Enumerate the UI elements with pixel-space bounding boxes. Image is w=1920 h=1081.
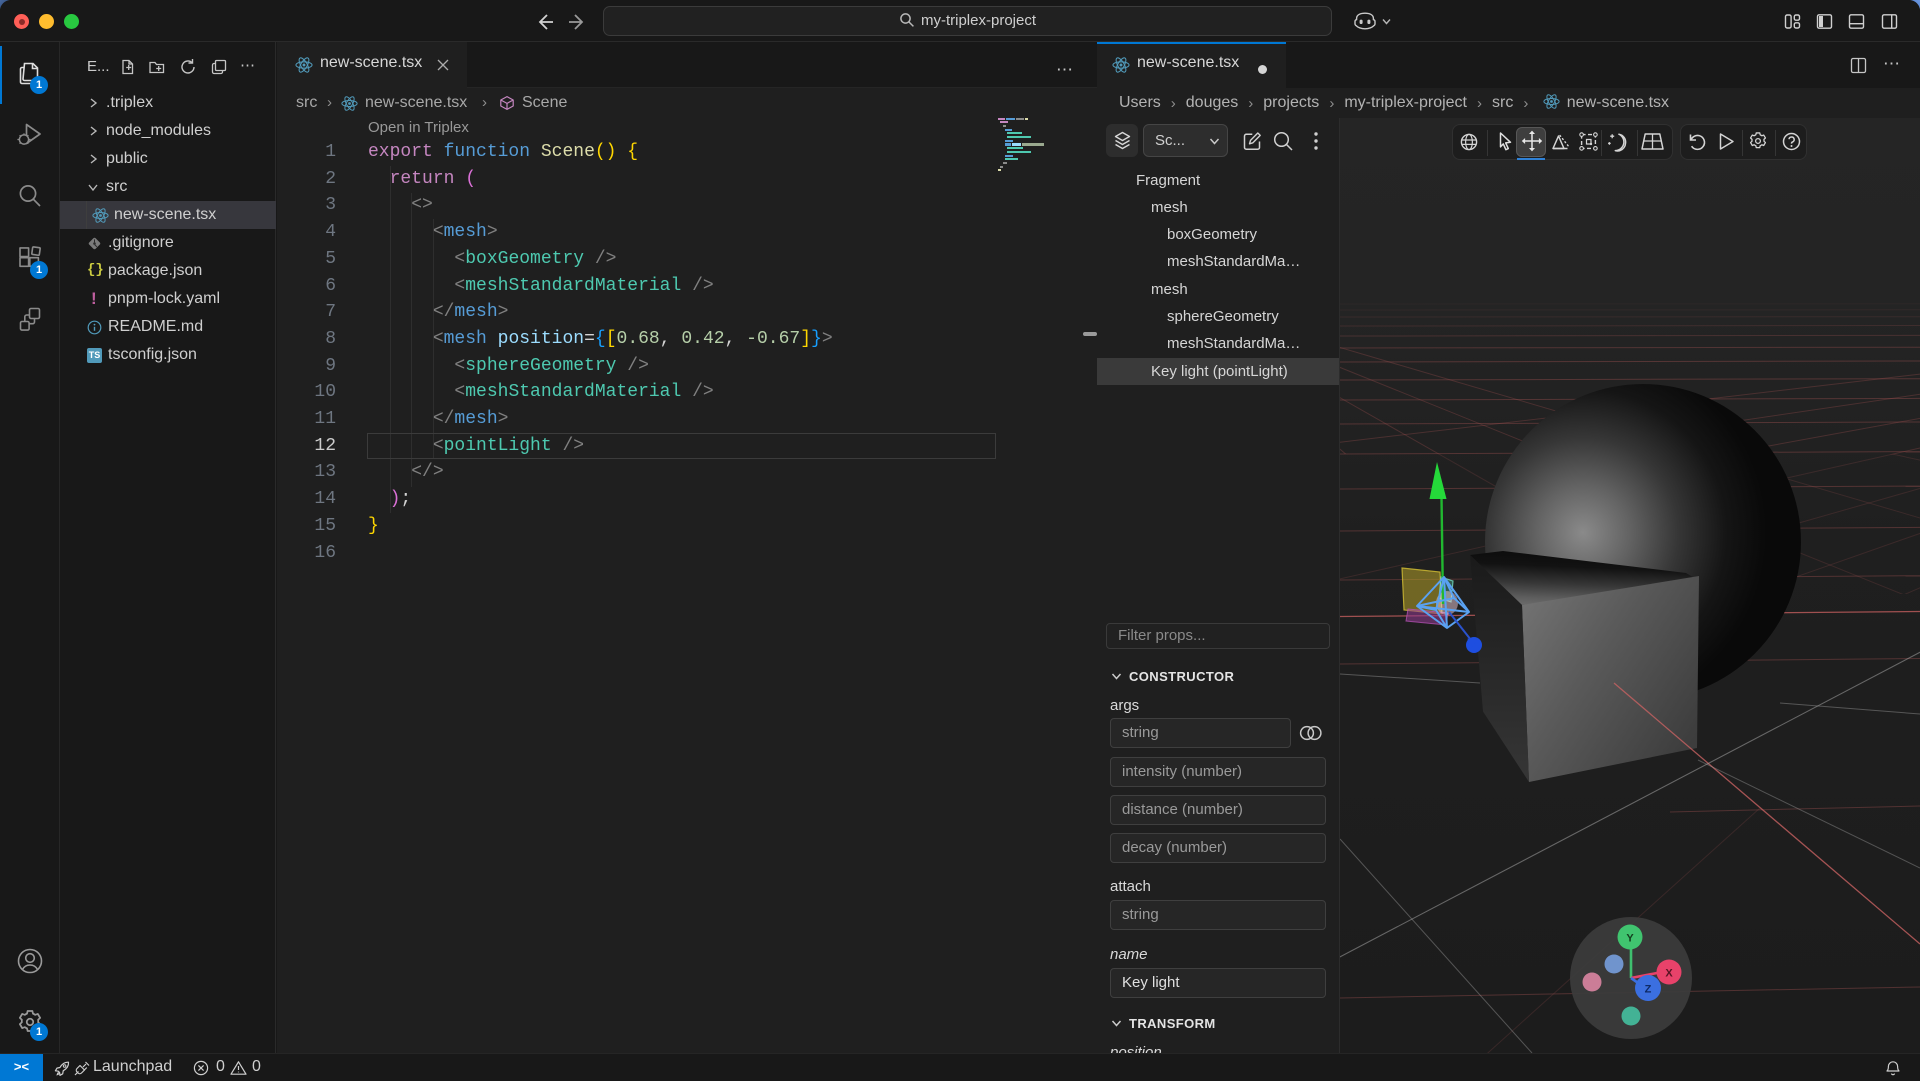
svg-text:X: X [1665, 968, 1673, 980]
svg-text:Z: Z [1645, 984, 1652, 996]
svg-text:Y: Y [1626, 933, 1634, 945]
